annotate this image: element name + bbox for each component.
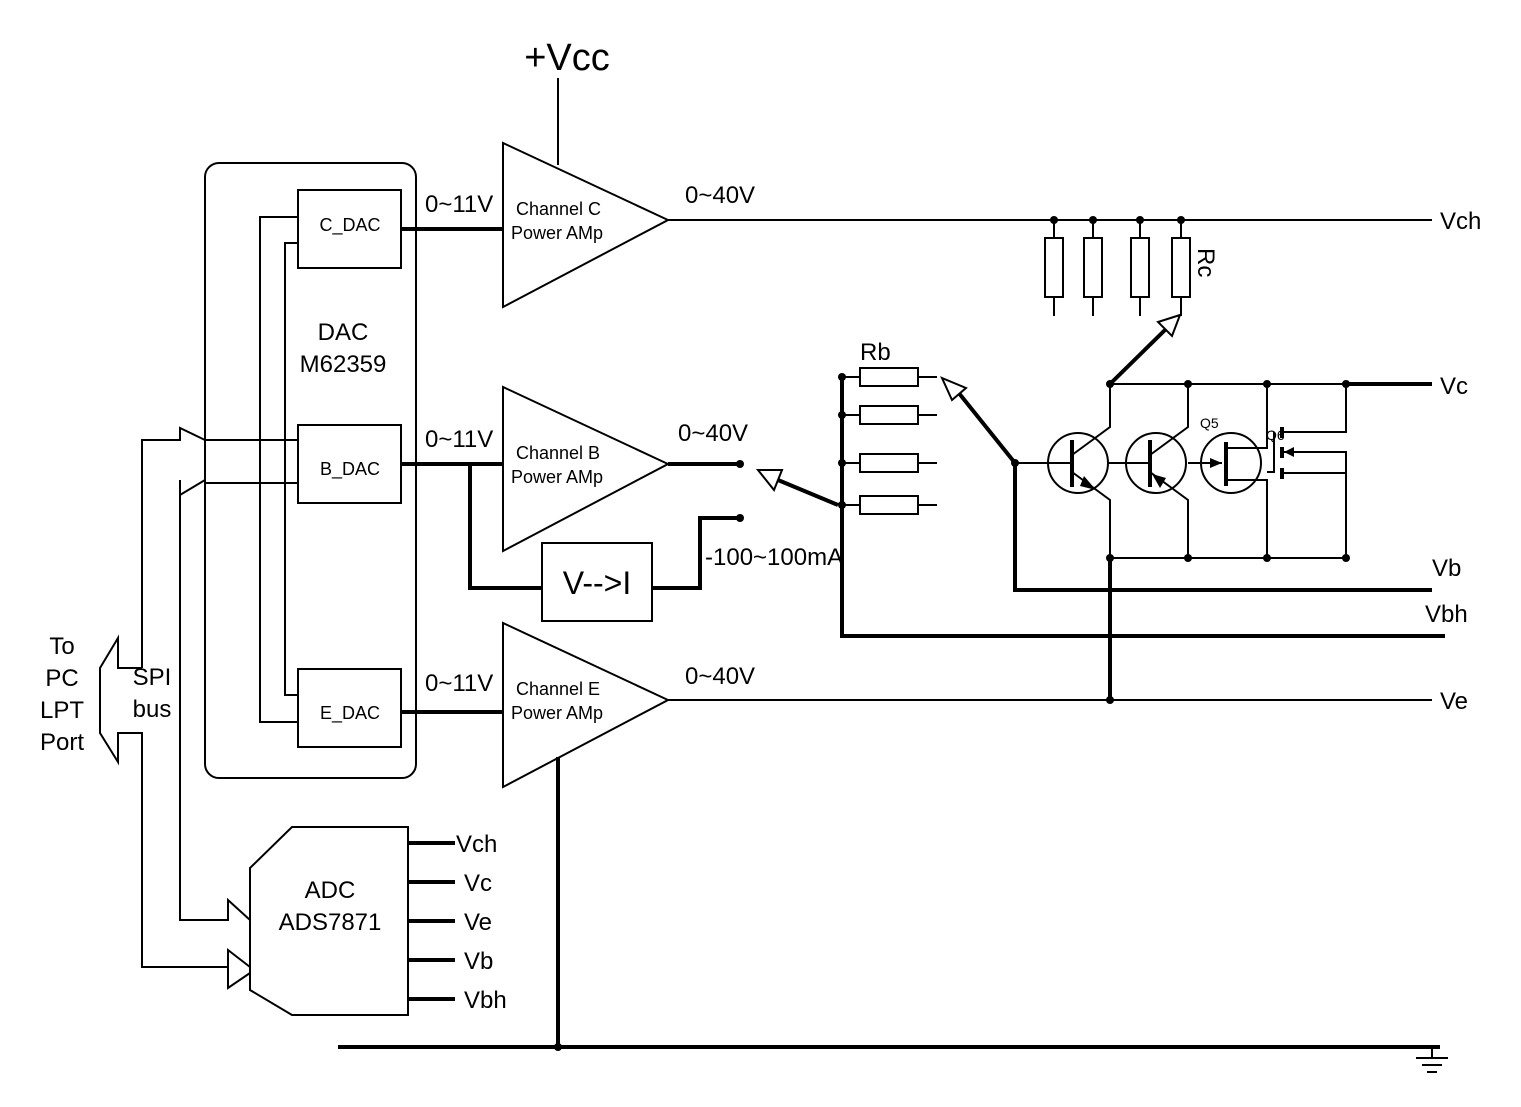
spi-label: SPI [133, 664, 172, 691]
port-label-pc: PC [45, 665, 78, 692]
amp-label: Power AMp [511, 703, 603, 723]
dac-part: M62359 [300, 351, 387, 378]
e-dac-range: 0~11V [425, 670, 493, 697]
channel-c-amp: Channel C Power AMp [502, 141, 671, 309]
adc-title: ADC [305, 877, 356, 904]
e-amp-range: 0~40V [685, 663, 755, 690]
b-dac-range: 0~11V [425, 426, 493, 453]
converter-label: V-->I [563, 565, 631, 601]
rc-selector-arm [1108, 328, 1167, 386]
adc-input-label: Ve [464, 909, 492, 936]
c-dac-block: C_DAC [297, 189, 402, 269]
rc-resistors [1044, 216, 1191, 316]
channel-b-amp: Channel B Power AMp [502, 385, 671, 553]
c-dac-range: 0~11V [425, 191, 493, 218]
bus-label: bus [133, 696, 172, 723]
switch-contact-voltage [736, 460, 744, 468]
vbh-label: Vbh [1425, 601, 1468, 628]
b-amp-range: 0~40V [678, 420, 748, 447]
port-label-port: Port [40, 729, 84, 756]
amp-label: Power AMp [511, 467, 603, 487]
mosfet-q6: Q6 [1266, 384, 1347, 558]
amp-label: Power AMp [511, 223, 603, 243]
amp-label: Channel E [516, 679, 600, 699]
port-label-lpt: LPT [40, 697, 84, 724]
adc-inputs: Vch Vc Ve Vb Vbh [408, 831, 507, 1014]
b-dac-block: B_DAC [297, 424, 402, 504]
v-to-i-converter: V-->I [541, 542, 653, 622]
amp-label: Channel B [516, 443, 600, 463]
amp-label: Channel C [516, 199, 601, 219]
b-dac-label: B_DAC [320, 459, 380, 480]
dac-bus-wire-2 [205, 242, 298, 696]
vch-label: Vch [1440, 208, 1481, 235]
vb-rail [1013, 463, 1432, 592]
spi-bus-notch [179, 479, 206, 497]
mode-switch-arm [777, 478, 839, 507]
adc-input-label: Vc [464, 870, 492, 897]
ground-icon [1416, 1047, 1448, 1073]
lpt-port-arrow [99, 634, 251, 990]
bus-nodes [1106, 380, 1350, 704]
adc-input-label: Vb [464, 948, 493, 975]
jfet-q5: Q5 [1188, 384, 1268, 558]
e-dac-block: E_DAC [297, 668, 402, 748]
ve-label: Ve [1440, 688, 1468, 715]
ground-node [554, 1043, 562, 1051]
schematic: +Vcc DAC M62359 C_DAC B_DAC E_DAC SPI bu… [40, 37, 1481, 1073]
c-dac-label: C_DAC [319, 215, 380, 236]
rb-resistors [838, 367, 937, 515]
adc-input-label: Vch [456, 831, 497, 858]
vc-label: Vc [1440, 373, 1468, 400]
dac-title: DAC [318, 319, 369, 346]
rc-label: Rc [1192, 248, 1219, 277]
current-range: -100~100mA [705, 544, 843, 571]
rb-selector-arm [956, 390, 1017, 465]
vcc-label: +Vcc [524, 37, 610, 79]
c-amp-range: 0~40V [685, 182, 755, 209]
q5-label: Q5 [1200, 415, 1219, 431]
npn-transistor-1 [1015, 384, 1111, 558]
port-label-to: To [49, 633, 74, 660]
e-dac-label: E_DAC [320, 703, 380, 724]
vb-label: Vb [1432, 555, 1461, 582]
adc-part: ADS7871 [279, 909, 382, 936]
channel-e-amp: Channel E Power AMp [502, 621, 671, 789]
rb-label: Rb [860, 339, 891, 366]
npn-transistor-2 [1108, 384, 1189, 558]
dac-chip [204, 162, 417, 779]
adc-input-label: Vbh [464, 987, 507, 1014]
mode-switch-arrowhead [755, 469, 784, 492]
